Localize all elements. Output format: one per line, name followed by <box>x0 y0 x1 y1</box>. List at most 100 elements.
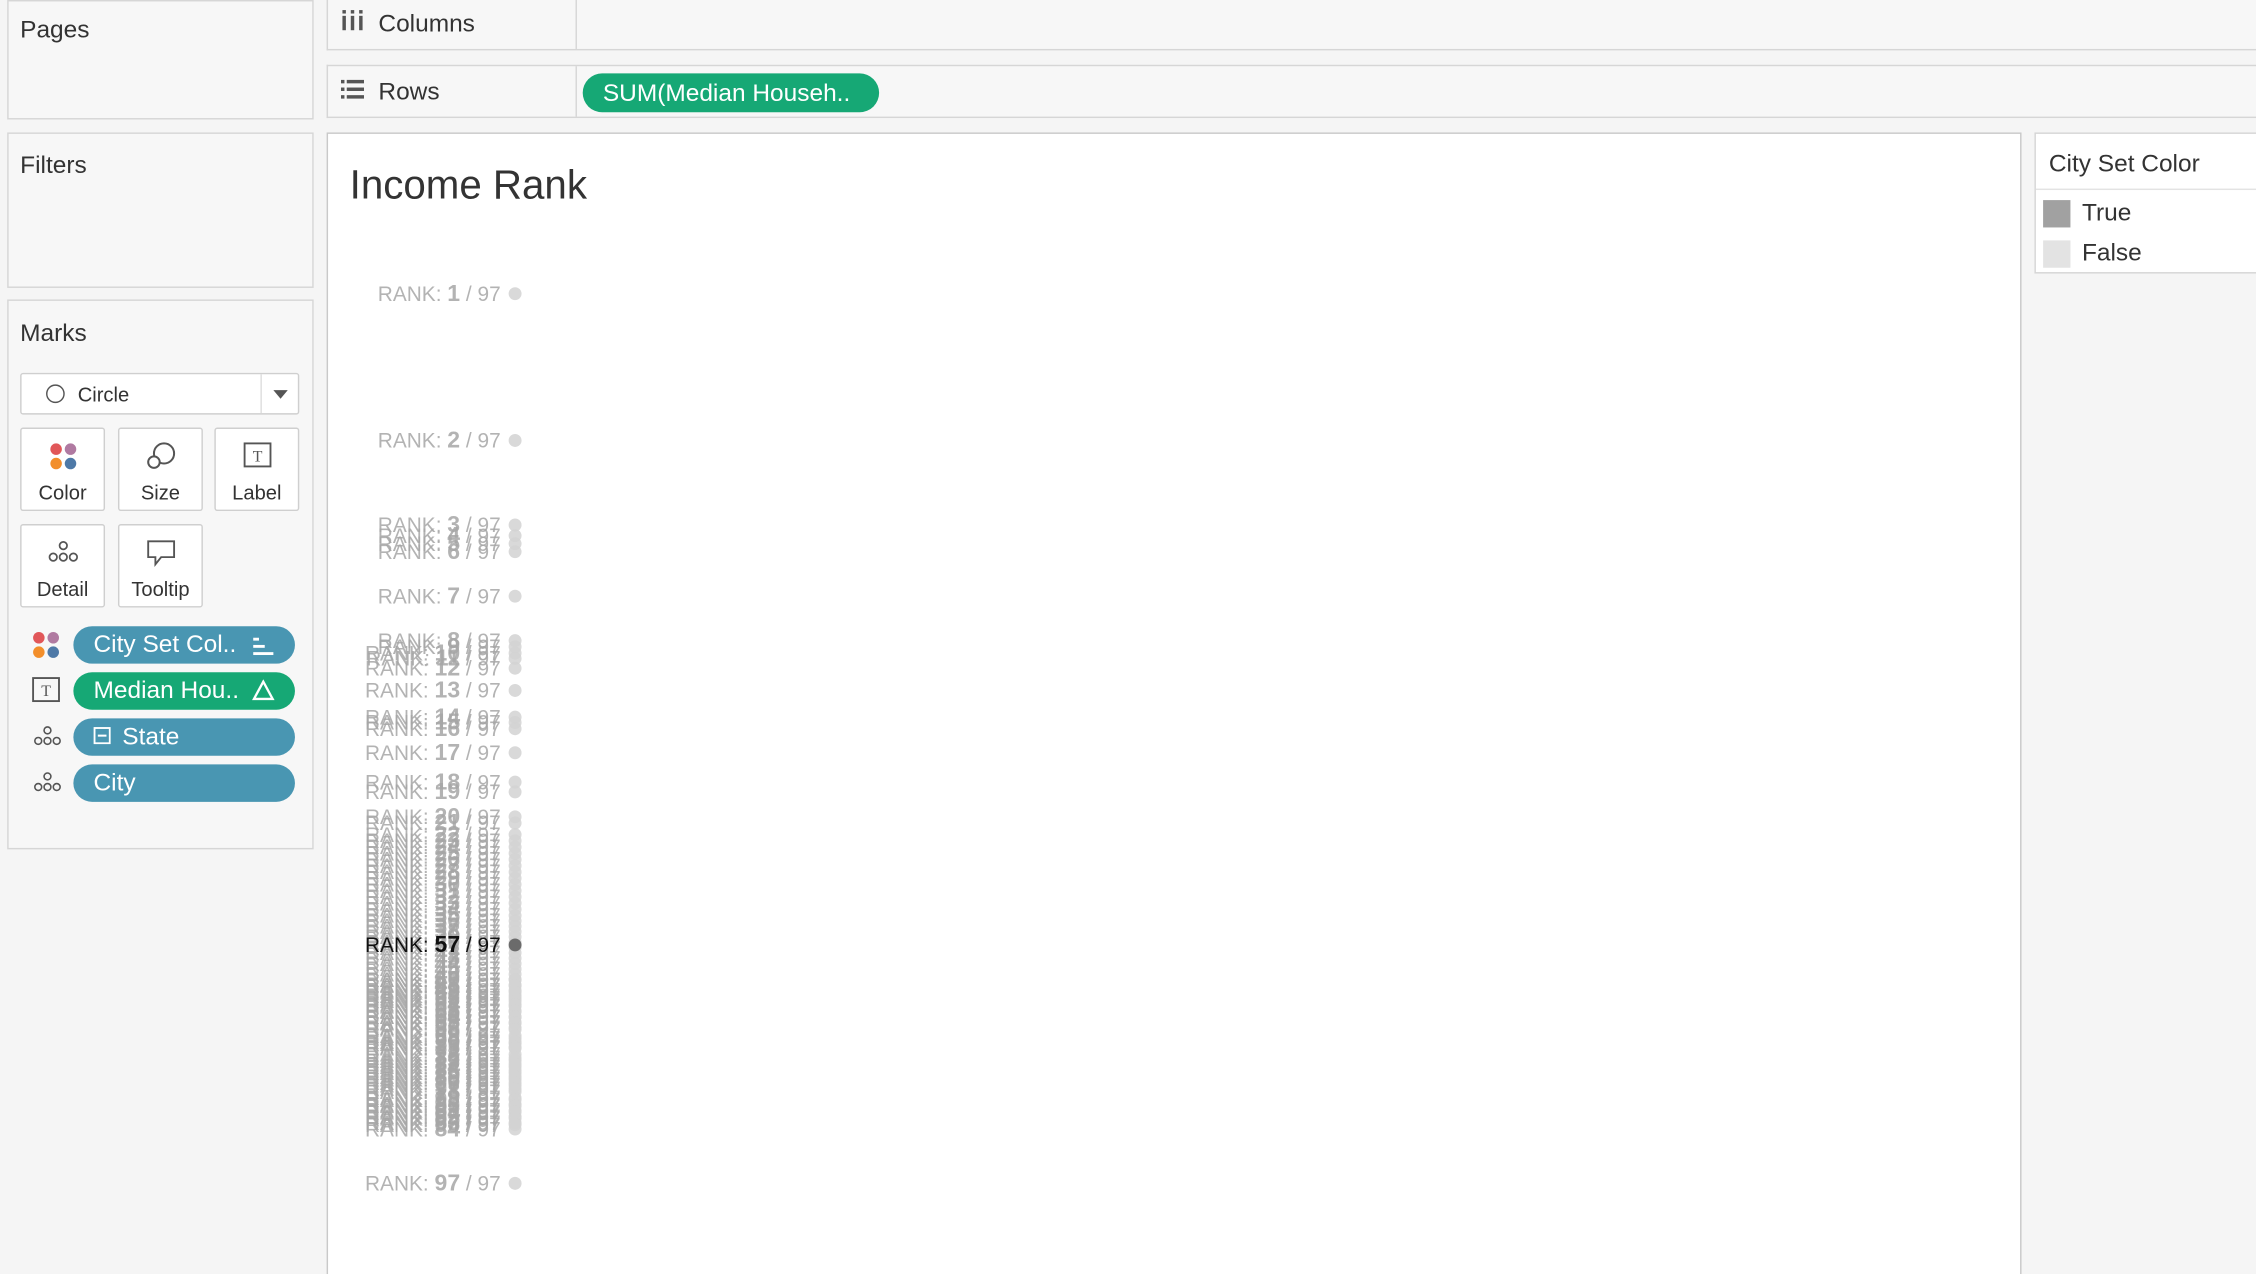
svg-text:T: T <box>41 683 51 700</box>
color-dots-icon <box>32 631 61 660</box>
rank-label: RANK: 12 / 97 <box>365 654 501 680</box>
mark-type-label: Circle <box>77 382 130 406</box>
rows-icon <box>340 77 365 106</box>
rank-label: RANK: 7 / 97 <box>378 582 501 608</box>
legend-divider <box>2035 188 2256 191</box>
rows-label: Rows <box>378 77 440 105</box>
rank-dot[interactable] <box>508 938 522 952</box>
columns-shelf[interactable]: Columns <box>326 0 2256 51</box>
filters-card-title: Filters <box>20 151 87 179</box>
rank-dot[interactable] <box>508 589 522 603</box>
rank-dot[interactable] <box>508 1118 522 1132</box>
columns-shelf-label: Columns <box>328 0 577 49</box>
rank-mark-16[interactable]: RANK: 16 / 97 <box>365 715 522 741</box>
rank-mark-2[interactable]: RANK: 2 / 97 <box>378 427 522 453</box>
label-button-label: Label <box>232 480 282 504</box>
label-icon: T <box>242 442 271 475</box>
city-set-color-pill[interactable]: City Set Col.. <box>73 626 295 664</box>
mark-type-dropdown[interactable]: Circle <box>20 372 300 415</box>
size-icon <box>145 442 177 478</box>
marks-field-row: City Set Col.. <box>32 626 295 664</box>
rank-label: RANK: 6 / 97 <box>378 538 501 564</box>
marks-card: Marks Circle Color Size T Label Detail T… <box>7 299 314 850</box>
rank-mark-7[interactable]: RANK: 7 / 97 <box>378 582 522 608</box>
rank-dot[interactable] <box>508 722 522 736</box>
pill-label: City Set Col.. <box>93 630 237 658</box>
label-button[interactable]: T Label <box>214 427 300 512</box>
rank-dot[interactable] <box>508 785 522 799</box>
delta-icon <box>252 679 275 708</box>
marks-field-row: City <box>32 764 295 802</box>
collapse-icon <box>93 723 111 752</box>
marks-card-title: Marks <box>20 319 87 347</box>
rank-label: RANK: 96 / 97 <box>365 1111 501 1137</box>
rank-label: RANK: 2 / 97 <box>378 427 501 453</box>
rank-dot[interactable] <box>508 433 522 447</box>
tooltip-button[interactable]: Tooltip <box>117 524 203 608</box>
median-household-income-rows-pill[interactable]: SUM(Median Househ.. <box>582 73 880 113</box>
rows-shelf[interactable]: Rows SUM(Median Househ.. <box>326 64 2256 119</box>
pill-label: State <box>122 722 180 751</box>
rank-mark-96[interactable]: RANK: 96 / 97 <box>365 1111 522 1137</box>
size-button[interactable]: Size <box>117 427 203 512</box>
color-dots-icon <box>48 442 77 478</box>
legend-item-true[interactable]: True <box>2043 197 2131 229</box>
rank-mark-13[interactable]: RANK: 13 / 97 <box>365 677 522 703</box>
size-button-label: Size <box>140 480 181 504</box>
detail-icon <box>32 723 61 752</box>
color-button[interactable]: Color <box>20 427 106 512</box>
pages-card-title: Pages <box>20 15 90 44</box>
rank-mark-1[interactable]: RANK: 1 / 97 <box>378 280 522 306</box>
state-pill[interactable]: State <box>73 718 295 756</box>
detail-icon <box>32 769 61 798</box>
filters-card[interactable]: Filters <box>7 132 314 288</box>
rank-label: RANK: 97 / 97 <box>365 1170 501 1196</box>
pill-label: City <box>93 768 136 797</box>
city-pill[interactable]: City <box>73 764 295 802</box>
detail-icon <box>45 538 80 571</box>
rank-dot[interactable] <box>508 683 522 697</box>
svg-text:T: T <box>252 448 262 465</box>
legend-item-label: False <box>2081 238 2142 267</box>
rank-label: RANK: 16 / 97 <box>365 715 501 741</box>
marks-field-row: T Median Hou.. <box>32 672 295 710</box>
pages-card[interactable]: Pages <box>7 0 314 120</box>
marks-field-row: State <box>32 718 295 756</box>
rank-dot[interactable] <box>508 287 522 301</box>
rank-label: RANK: 19 / 97 <box>365 778 501 804</box>
pill-label: Median Hou.. <box>93 676 240 704</box>
city-set-color-legend: City Set Color True False <box>2034 132 2256 274</box>
legend-swatch <box>2043 199 2071 227</box>
rank-label: RANK: 17 / 97 <box>365 739 501 765</box>
legend-item-label: True <box>2081 198 2132 227</box>
rank-dot[interactable] <box>508 1176 522 1190</box>
rank-mark-57[interactable]: RANK: 57 / 97 <box>365 931 522 957</box>
rank-dot[interactable] <box>508 545 522 559</box>
rank-label: RANK: 13 / 97 <box>365 677 501 703</box>
rank-mark-6[interactable]: RANK: 6 / 97 <box>378 538 522 564</box>
rank-dot[interactable] <box>508 661 522 675</box>
color-button-label: Color <box>38 480 87 504</box>
rank-mark-17[interactable]: RANK: 17 / 97 <box>365 739 522 765</box>
rows-shelf-label: Rows <box>328 66 577 117</box>
circle-mark-icon <box>46 384 65 404</box>
sort-icon <box>252 635 275 664</box>
rank-dot[interactable] <box>508 746 522 760</box>
detail-button-label: Detail <box>36 577 89 601</box>
legend-swatch <box>2043 239 2071 268</box>
rank-dot[interactable] <box>508 816 522 830</box>
legend-title: City Set Color <box>2048 149 2200 178</box>
tooltip-icon <box>145 538 177 574</box>
rank-mark-19[interactable]: RANK: 19 / 97 <box>365 778 522 804</box>
chevron-down-icon[interactable] <box>260 374 297 414</box>
income-rank-chart: RANK: 1 / 97RANK: 2 / 97RANK: 3 / 97RANK… <box>365 280 522 1196</box>
worksheet-view[interactable]: Income Rank RANK: 1 / 97 RANK: 2 / 97 RANK… <box>326 132 2022 1274</box>
median-household-income-pill[interactable]: Median Hou.. <box>73 672 295 710</box>
detail-button[interactable]: Detail <box>20 524 106 608</box>
rank-mark-97[interactable]: RANK: 97 / 97 <box>365 1170 522 1196</box>
tooltip-button-label: Tooltip <box>131 577 190 601</box>
rank-label: RANK: 57 / 97 <box>365 931 501 957</box>
tableau-workspace: Pages Filters Marks Circle Color Size T … <box>0 0 2256 1274</box>
rank-label: RANK: 1 / 97 <box>378 280 501 306</box>
legend-item-false[interactable]: False <box>2043 238 2142 270</box>
